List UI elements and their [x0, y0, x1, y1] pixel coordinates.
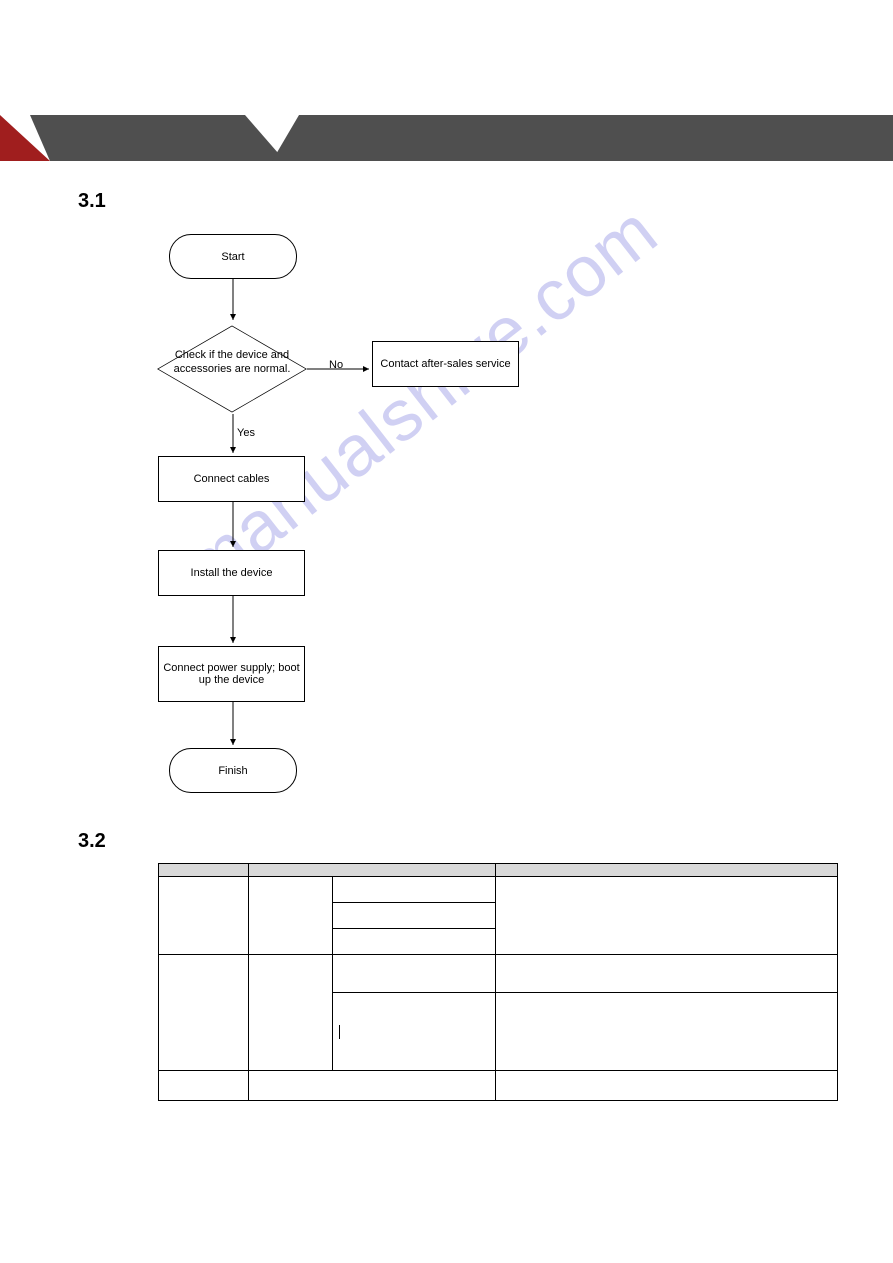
cell-group-2 [159, 955, 249, 1071]
table-row [159, 955, 838, 993]
flow-no-label: No [329, 359, 343, 371]
cell-3-4 [496, 1071, 838, 1101]
flow-contact: Contact after-sales service [372, 341, 519, 387]
section-3-2-heading: 3.2 [78, 830, 106, 853]
vertical-bar-icon [339, 1025, 340, 1039]
cell-2-4b [496, 993, 838, 1071]
flow-arrows [143, 228, 543, 818]
cell-sub-2 [249, 955, 333, 1071]
cell-2-3b [333, 993, 496, 1071]
cell-2-3a [333, 955, 496, 993]
table-row [159, 877, 838, 903]
cell-1-3a [333, 877, 496, 903]
th-1 [159, 864, 249, 877]
cell-1-3c [333, 929, 496, 955]
flow-connect-cables: Connect cables [158, 456, 305, 502]
cell-group-1 [159, 877, 249, 955]
flow-start: Start [169, 234, 297, 279]
table-row [159, 1071, 838, 1101]
spec-table [158, 863, 838, 1101]
th-2 [249, 864, 496, 877]
cell-1-3b [333, 903, 496, 929]
table-header-row [159, 864, 838, 877]
flow-finish-label: Finish [218, 765, 247, 777]
cell-3-2 [249, 1071, 496, 1101]
cell-3-1 [159, 1071, 249, 1101]
flow-install-label: Install the device [191, 567, 273, 579]
cell-1-4 [496, 877, 838, 955]
flow-contact-label: Contact after-sales service [380, 358, 510, 370]
flow-install: Install the device [158, 550, 305, 596]
flow-finish: Finish [169, 748, 297, 793]
th-3 [496, 864, 838, 877]
cell-2-4a [496, 955, 838, 993]
section-3-1-heading: 3.1 [78, 190, 106, 213]
flow-power-label: Connect power supply; boot up the device [163, 662, 300, 686]
flow-decision-label: Check if the device and accessories are … [165, 348, 299, 377]
flow-yes-label: Yes [237, 427, 255, 439]
flow-cables-label: Connect cables [194, 473, 270, 485]
cell-sub-1 [249, 877, 333, 955]
header-banner [0, 115, 893, 161]
flow-start-label: Start [221, 251, 244, 263]
flow-power: Connect power supply; boot up the device [158, 646, 305, 702]
flow-decision: Check if the device and accessories are … [157, 324, 307, 414]
